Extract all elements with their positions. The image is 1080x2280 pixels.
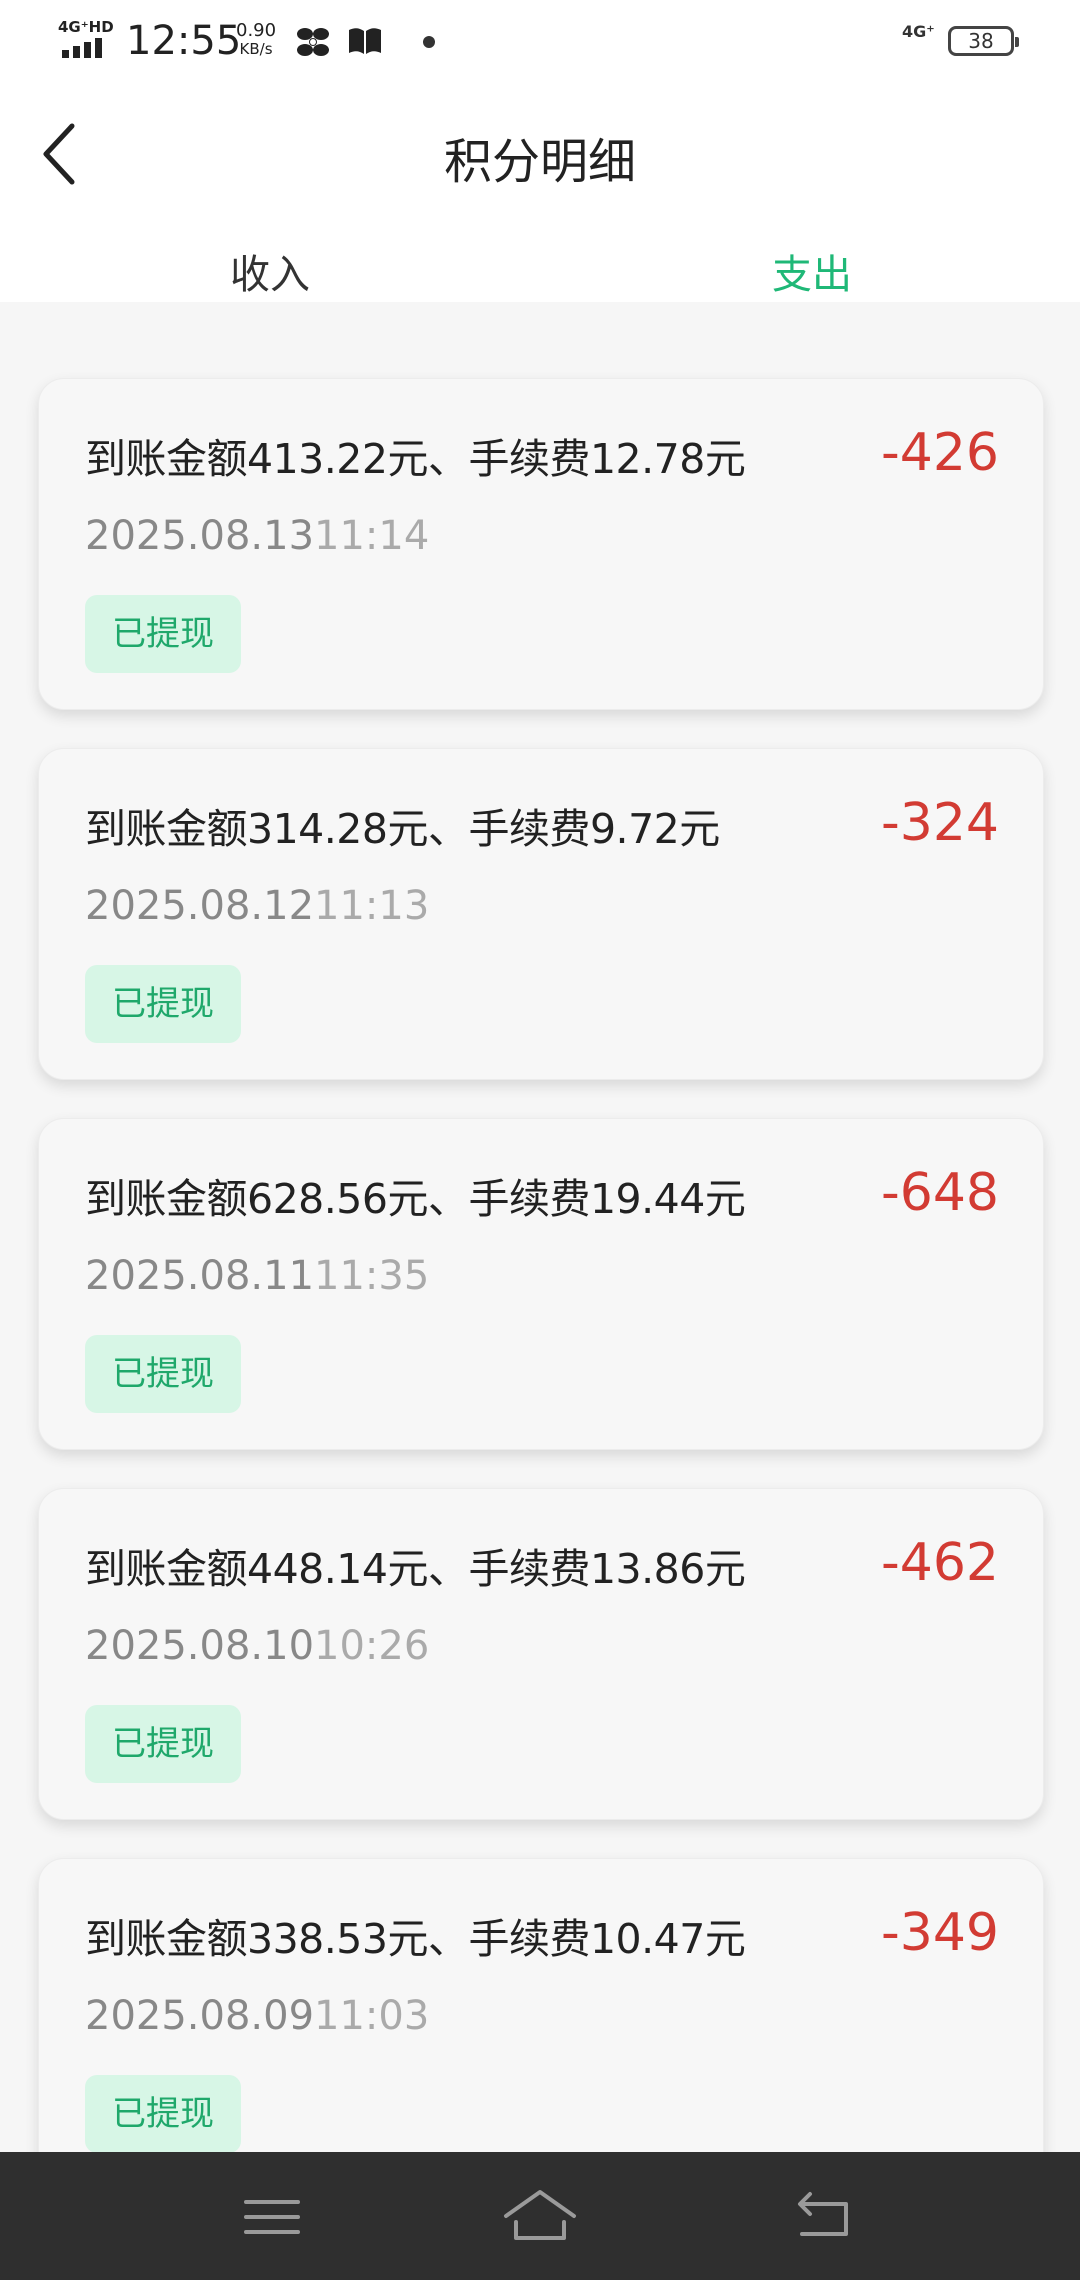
record-datetime: 2025.08.1010:26 (85, 1623, 429, 1669)
back-nav-button[interactable] (784, 2182, 864, 2252)
menu-icon (244, 2200, 300, 2234)
record-card[interactable]: 到账金额448.14元、手续费13.86元 -462 2025.08.1010:… (38, 1488, 1044, 1820)
record-card[interactable]: 到账金额314.28元、手续费9.72元 -324 2025.08.1211:1… (38, 748, 1044, 1080)
status-bar: 4G⁺HD 12:55 0.90 KB/s 4G⁺ 38 (0, 0, 1080, 82)
record-date: 2025.08.12 (85, 883, 315, 929)
system-nav-bar (0, 2152, 1080, 2280)
status-badge: 已提现 (85, 965, 241, 1043)
record-date: 2025.08.09 (85, 1993, 315, 2039)
record-datetime: 2025.08.1211:13 (85, 883, 429, 929)
record-datetime: 2025.08.1311:14 (85, 513, 429, 559)
record-description: 到账金额448.14元、手续费13.86元 (85, 1545, 746, 1593)
record-description: 到账金额413.22元、手续费12.78元 (85, 435, 746, 483)
home-button[interactable] (500, 2182, 580, 2252)
record-time: 11:13 (314, 883, 430, 929)
record-datetime: 2025.08.1111:35 (85, 1253, 429, 1299)
record-time: 11:03 (314, 1993, 430, 2039)
network-type: 4G⁺ (902, 22, 935, 41)
record-date: 2025.08.11 (85, 1253, 315, 1299)
network-label: 4G⁺HD (58, 18, 114, 36)
record-amount: -324 (880, 793, 999, 853)
book-app-icon (349, 28, 381, 54)
record-date: 2025.08.13 (85, 513, 315, 559)
record-amount: -648 (880, 1163, 999, 1223)
tab-income[interactable]: 收入 (120, 242, 420, 300)
record-card[interactable]: 到账金额338.53元、手续费10.47元 -349 2025.08.0911:… (38, 1858, 1044, 2152)
tab-expense[interactable]: 支出 (662, 242, 962, 300)
status-badge: 已提现 (85, 595, 241, 673)
network-speed-unit: KB/s (239, 40, 273, 58)
signal-strength-icon (62, 36, 110, 58)
record-list[interactable]: 到账金额413.22元、手续费12.78元 -426 2025.08.1311:… (0, 302, 1080, 2152)
status-badge: 已提现 (85, 2075, 241, 2152)
status-badge: 已提现 (85, 1705, 241, 1783)
record-description: 到账金额338.53元、手续费10.47元 (85, 1915, 746, 1963)
header: 积分明细 收入 支出 (0, 82, 1080, 328)
network-speed-value: 0.90 (236, 20, 277, 41)
status-time: 12:55 (126, 18, 242, 64)
record-amount: -462 (880, 1533, 999, 1593)
record-time: 10:26 (314, 1623, 430, 1669)
page-title: 积分明细 (443, 134, 636, 190)
record-date: 2025.08.10 (85, 1623, 315, 1669)
back-icon (798, 2192, 848, 2236)
battery-level: 38 (968, 29, 994, 53)
record-description: 到账金额628.56元、手续费19.44元 (85, 1175, 746, 1223)
record-card[interactable]: 到账金额413.22元、手续费12.78元 -426 2025.08.1311:… (38, 378, 1044, 710)
menu-button[interactable] (232, 2182, 312, 2252)
record-time: 11:14 (314, 513, 430, 559)
record-time: 11:35 (314, 1253, 430, 1299)
status-badge: 已提现 (85, 1335, 241, 1413)
record-description: 到账金额314.28元、手续费9.72元 (85, 805, 720, 853)
network-speed: 0.90 KB/s (236, 20, 277, 59)
record-amount: -349 (880, 1903, 999, 1963)
notification-dot-icon (423, 36, 435, 48)
battery-icon: 38 (948, 26, 1019, 56)
record-card[interactable]: 到账金额628.56元、手续费19.44元 -648 2025.08.1111:… (38, 1118, 1044, 1450)
fan-app-icon (297, 28, 329, 56)
record-amount: -426 (880, 423, 999, 483)
home-icon (504, 2190, 576, 2240)
record-datetime: 2025.08.0911:03 (85, 1993, 429, 2039)
